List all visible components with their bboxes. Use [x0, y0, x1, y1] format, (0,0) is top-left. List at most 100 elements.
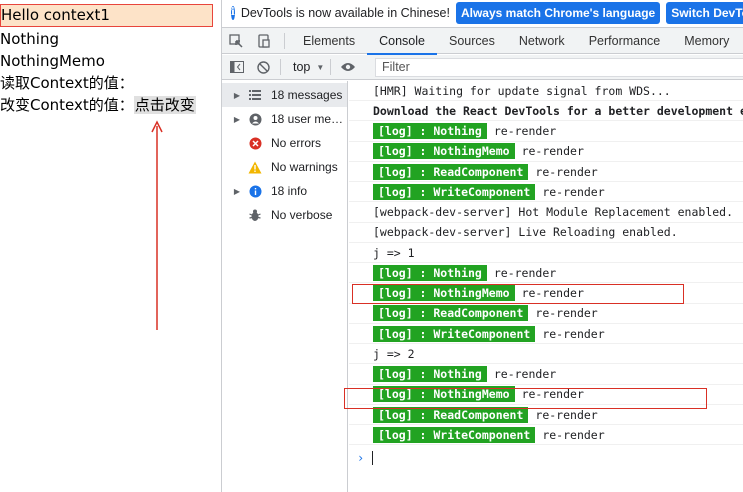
- sidebar-item-user-messages[interactable]: ▶ 18 user me…: [222, 107, 347, 131]
- console-message-row: [log] : Nothing re-render: [349, 263, 743, 284]
- annotation-arrow: [151, 120, 163, 330]
- clear-console-icon[interactable]: [252, 54, 274, 80]
- log-badge: [log] : ReadComponent: [373, 163, 529, 180]
- console-message-row: [HMR] Waiting for update signal from WDS…: [349, 81, 743, 101]
- expand-caret-icon: ▶: [233, 90, 241, 100]
- bug-icon: [247, 207, 263, 223]
- prompt-chevron-icon: ›: [357, 451, 365, 465]
- console-message-row: Download the React DevTools for a better…: [349, 101, 743, 122]
- console-message-row: [log] : WriteComponent re-render: [349, 324, 743, 344]
- console-message-text: re-render: [542, 427, 605, 442]
- console-message-text: re-render: [542, 184, 605, 199]
- nothing-component: Nothing: [0, 30, 59, 48]
- change-context-label: 改变Context的值：: [0, 96, 134, 114]
- expand-caret-icon: ▶: [233, 186, 241, 196]
- list-icon: [247, 87, 263, 103]
- inspect-element-icon[interactable]: [222, 28, 250, 54]
- sidebar-item-label: 18 user me…: [271, 112, 344, 126]
- read-context-label: 读取Context的值：: [0, 74, 134, 92]
- console-message-row: [log] : WriteComponent re-render: [349, 182, 743, 203]
- devtools-panel: i DevTools is now available in Chinese! …: [221, 0, 743, 492]
- console-message-row: j => 1: [349, 243, 743, 263]
- console-message-text: [HMR] Waiting for update signal from WDS…: [373, 83, 671, 98]
- devtools-tabbar: Elements Console Sources Network Perform…: [222, 27, 743, 55]
- sidebar-item-messages[interactable]: ▶ 18 messages: [222, 83, 347, 107]
- console-message-text: re-render: [493, 265, 557, 280]
- sidebar-item-label: No errors: [271, 136, 322, 150]
- console-message-row: j => 2: [349, 344, 743, 365]
- sidebar-item-info[interactable]: ▶ 18 info: [222, 179, 347, 203]
- hello-context-text: Hello context1: [0, 4, 213, 27]
- highlight-box-nothingmemo-2: [344, 388, 707, 409]
- context-value: top: [293, 60, 311, 74]
- tab-memory[interactable]: Memory: [672, 28, 741, 54]
- app-page: Hello context1 Nothing NothingMemo 读取Con…: [0, 0, 221, 492]
- sidebar-item-label: No warnings: [271, 160, 338, 174]
- device-toolbar-icon[interactable]: [250, 28, 278, 54]
- language-infobar: i DevTools is now available in Chinese! …: [222, 0, 743, 25]
- console-message-row: [log] : NothingMemo re-render: [349, 142, 743, 162]
- console-message-text: [webpack-dev-server] Live Reloading enab…: [373, 225, 678, 240]
- sidebar-item-verbose[interactable]: No verbose: [222, 203, 347, 227]
- tab-performance[interactable]: Performance: [577, 28, 673, 54]
- console-prompt[interactable]: ›: [349, 448, 743, 468]
- console-message-row: [log] : Nothing re-render: [349, 365, 743, 385]
- log-badge: [log] : Nothing: [373, 264, 487, 281]
- tab-separator: [284, 32, 285, 49]
- console-message-row: [webpack-dev-server] Hot Module Replacem…: [349, 203, 743, 223]
- console-message-text: re-render: [521, 144, 584, 159]
- console-message-text: re-render: [535, 164, 598, 179]
- info-icon: i: [231, 5, 235, 20]
- console-message-text: j => 1: [373, 245, 415, 260]
- info-icon: [247, 183, 263, 199]
- user-icon: [247, 111, 263, 127]
- console-message-row: [log] : Nothing re-render: [349, 122, 743, 142]
- console-message-row: [log] : WriteComponent re-render: [349, 425, 743, 446]
- console-message-text: re-render: [535, 407, 598, 422]
- console-message-row: [webpack-dev-server] Live Reloading enab…: [349, 223, 743, 243]
- eye-icon[interactable]: [337, 54, 359, 80]
- text-cursor: [372, 451, 374, 465]
- log-badge: [log] : WriteComponent: [373, 183, 536, 200]
- console-message-text: j => 2: [373, 346, 415, 361]
- nothing-memo-component: NothingMemo: [0, 52, 105, 70]
- sidebar-item-errors[interactable]: No errors: [222, 131, 347, 155]
- context-selector[interactable]: top ▼: [293, 60, 324, 74]
- log-badge: [log] : WriteComponent: [373, 325, 536, 342]
- warning-icon: [247, 159, 263, 175]
- log-badge: [log] : Nothing: [373, 123, 487, 139]
- highlight-box-nothingmemo-1: [352, 284, 684, 304]
- console-message-text: [webpack-dev-server] Hot Module Replacem…: [373, 205, 734, 219]
- tab-network[interactable]: Network: [507, 28, 577, 54]
- console-message-text: Download the React DevTools for a better…: [373, 103, 743, 118]
- tab-elements[interactable]: Elements: [291, 28, 367, 54]
- console-message-row: [log] : ReadComponent re-render: [349, 162, 743, 182]
- infobar-message: DevTools is now available in Chinese!: [240, 5, 450, 20]
- tab-sources[interactable]: Sources: [437, 28, 507, 54]
- expand-caret-icon: ▶: [233, 114, 241, 124]
- log-badge: [log] : Nothing: [373, 366, 487, 382]
- sidebar-item-label: No verbose: [271, 208, 333, 222]
- switch-devtools-button[interactable]: Switch DevTools: [666, 1, 743, 24]
- toolbar-separator: [330, 59, 332, 75]
- sidebar-item-warnings[interactable]: No warnings: [222, 155, 347, 179]
- write-component: 改变Context的值：点击改变: [0, 94, 196, 116]
- console-sidebar: ▶ 18 messages ▶ 18 user me… No errors No…: [222, 81, 348, 492]
- tab-console[interactable]: Console: [367, 28, 437, 55]
- log-badge: [log] : ReadComponent: [373, 305, 529, 322]
- log-badge: [log] : WriteComponent: [373, 426, 536, 443]
- sidebar-item-label: 18 info: [271, 184, 308, 198]
- console-toolbar: top ▼ Filter: [222, 55, 743, 80]
- chevron-down-icon: ▼: [316, 62, 325, 72]
- sidebar-toggle-icon[interactable]: [226, 54, 248, 80]
- log-badge: [log] : NothingMemo: [373, 143, 515, 160]
- filter-input[interactable]: Filter: [375, 58, 743, 77]
- change-context-button[interactable]: 点击改变: [133, 96, 196, 114]
- toolbar-separator: [280, 59, 281, 75]
- sidebar-item-label: 18 messages: [271, 88, 343, 102]
- console-message-row: [log] : ReadComponent re-render: [349, 304, 743, 324]
- error-icon: [247, 135, 263, 151]
- always-match-language-button[interactable]: Always match Chrome's language: [455, 1, 661, 24]
- console-message-text: re-render: [535, 306, 598, 321]
- console-message-text: re-render: [542, 326, 605, 341]
